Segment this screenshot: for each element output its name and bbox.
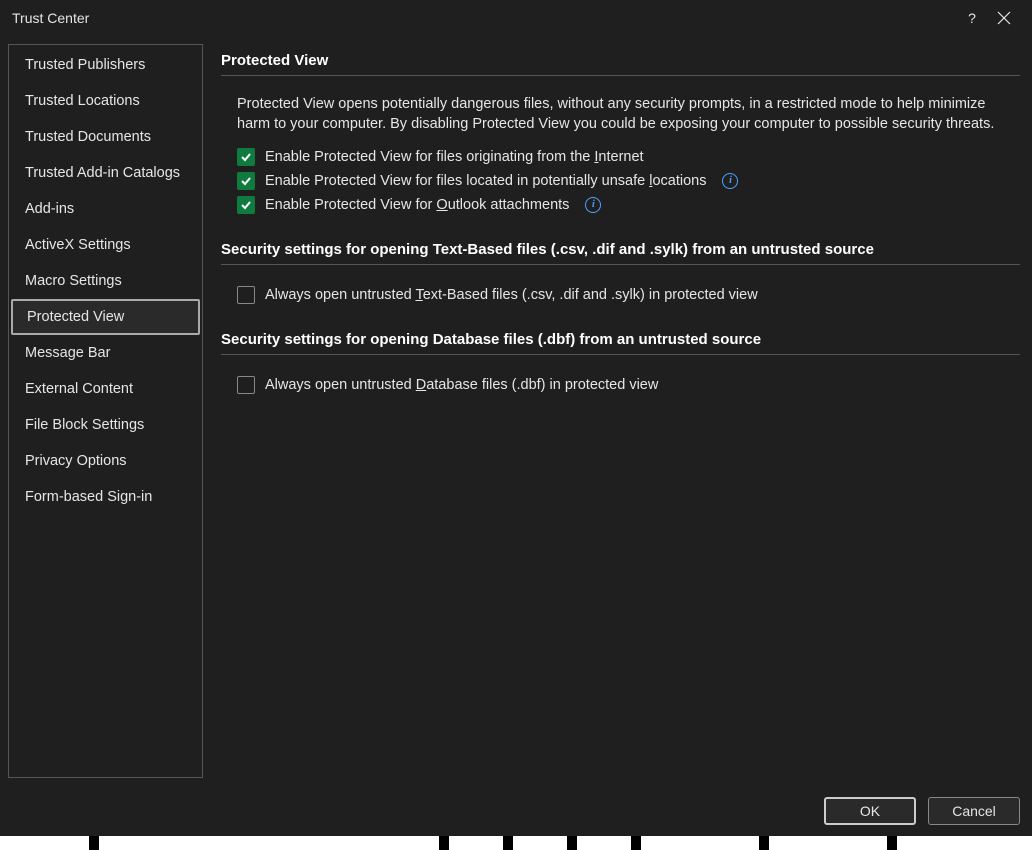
sidebar-item-privacy-options[interactable]: Privacy Options — [9, 443, 202, 479]
divider — [221, 264, 1020, 265]
protected-view-description: Protected View opens potentially dangero… — [221, 94, 1020, 135]
info-icon[interactable]: i — [585, 197, 601, 213]
sidebar-item-trusted-locations[interactable]: Trusted Locations — [9, 83, 202, 119]
checkbox-row-outlook: Enable Protected View for Outlook attach… — [221, 193, 1020, 217]
checkbox-text-based[interactable] — [237, 286, 255, 304]
sidebar-item-label: Protected View — [27, 309, 124, 325]
sidebar-item-activex-settings[interactable]: ActiveX Settings — [9, 227, 202, 263]
section-title-protected-view: Protected View — [221, 52, 1020, 69]
checkbox-label-unsafe-locations[interactable]: Enable Protected View for files located … — [265, 173, 706, 189]
checkbox-label-internet[interactable]: Enable Protected View for files originat… — [265, 149, 644, 165]
checkbox-row-text-based: Always open untrusted Text-Based files (… — [221, 283, 1020, 307]
checkbox-label-outlook[interactable]: Enable Protected View for Outlook attach… — [265, 197, 569, 213]
sidebar-item-label: Trusted Publishers — [25, 57, 145, 73]
info-icon[interactable]: i — [722, 173, 738, 189]
section-title-text-based: Security settings for opening Text-Based… — [221, 241, 1020, 258]
dialog-body: Trusted Publishers Trusted Locations Tru… — [0, 36, 1032, 786]
background-strip — [0, 836, 1032, 850]
window-title: Trust Center — [12, 10, 89, 26]
divider — [221, 75, 1020, 76]
sidebar-item-file-block-settings[interactable]: File Block Settings — [9, 407, 202, 443]
section-title-database: Security settings for opening Database f… — [221, 331, 1020, 348]
help-button[interactable]: ? — [956, 2, 988, 34]
sidebar-item-trusted-documents[interactable]: Trusted Documents — [9, 119, 202, 155]
sidebar-item-label: File Block Settings — [25, 417, 144, 433]
cancel-button[interactable]: Cancel — [928, 797, 1020, 825]
sidebar-item-label: ActiveX Settings — [25, 237, 131, 253]
sidebar-item-external-content[interactable]: External Content — [9, 371, 202, 407]
ok-button[interactable]: OK — [824, 797, 916, 825]
sidebar-item-label: Form-based Sign-in — [25, 489, 152, 505]
close-button[interactable] — [988, 2, 1020, 34]
content-panel: Protected View Protected View opens pote… — [221, 44, 1024, 778]
trust-center-window: Trust Center ? Trusted Publishers Truste… — [0, 0, 1032, 850]
checkbox-database[interactable] — [237, 376, 255, 394]
sidebar-item-label: Macro Settings — [25, 273, 122, 289]
sidebar-item-trusted-addin-catalogs[interactable]: Trusted Add-in Catalogs — [9, 155, 202, 191]
sidebar-item-addins[interactable]: Add-ins — [9, 191, 202, 227]
sidebar-item-trusted-publishers[interactable]: Trusted Publishers — [9, 47, 202, 83]
sidebar-item-macro-settings[interactable]: Macro Settings — [9, 263, 202, 299]
checkbox-row-database: Always open untrusted Database files (.d… — [221, 373, 1020, 397]
checkbox-enable-internet[interactable] — [237, 148, 255, 166]
sidebar-item-message-bar[interactable]: Message Bar — [9, 335, 202, 371]
check-icon — [240, 199, 252, 211]
checkbox-label-text-based[interactable]: Always open untrusted Text-Based files (… — [265, 287, 758, 303]
sidebar-item-label: Privacy Options — [25, 453, 127, 469]
checkbox-row-internet: Enable Protected View for files originat… — [221, 145, 1020, 169]
sidebar-item-label: External Content — [25, 381, 133, 397]
sidebar-item-label: Message Bar — [25, 345, 110, 361]
sidebar-item-protected-view[interactable]: Protected View — [11, 299, 200, 335]
close-icon — [997, 11, 1011, 25]
sidebar-item-label: Trusted Documents — [25, 129, 151, 145]
checkbox-enable-outlook[interactable] — [237, 196, 255, 214]
checkbox-label-database[interactable]: Always open untrusted Database files (.d… — [265, 377, 658, 393]
check-icon — [240, 175, 252, 187]
sidebar: Trusted Publishers Trusted Locations Tru… — [8, 44, 203, 778]
sidebar-item-form-based-signin[interactable]: Form-based Sign-in — [9, 479, 202, 515]
checkbox-row-unsafe-locations: Enable Protected View for files located … — [221, 169, 1020, 193]
divider — [221, 354, 1020, 355]
check-icon — [240, 151, 252, 163]
sidebar-item-label: Add-ins — [25, 201, 74, 217]
footer: OK Cancel — [0, 786, 1032, 836]
sidebar-item-label: Trusted Locations — [25, 93, 140, 109]
checkbox-enable-unsafe-locations[interactable] — [237, 172, 255, 190]
sidebar-item-label: Trusted Add-in Catalogs — [25, 165, 180, 181]
titlebar: Trust Center ? — [0, 0, 1032, 36]
